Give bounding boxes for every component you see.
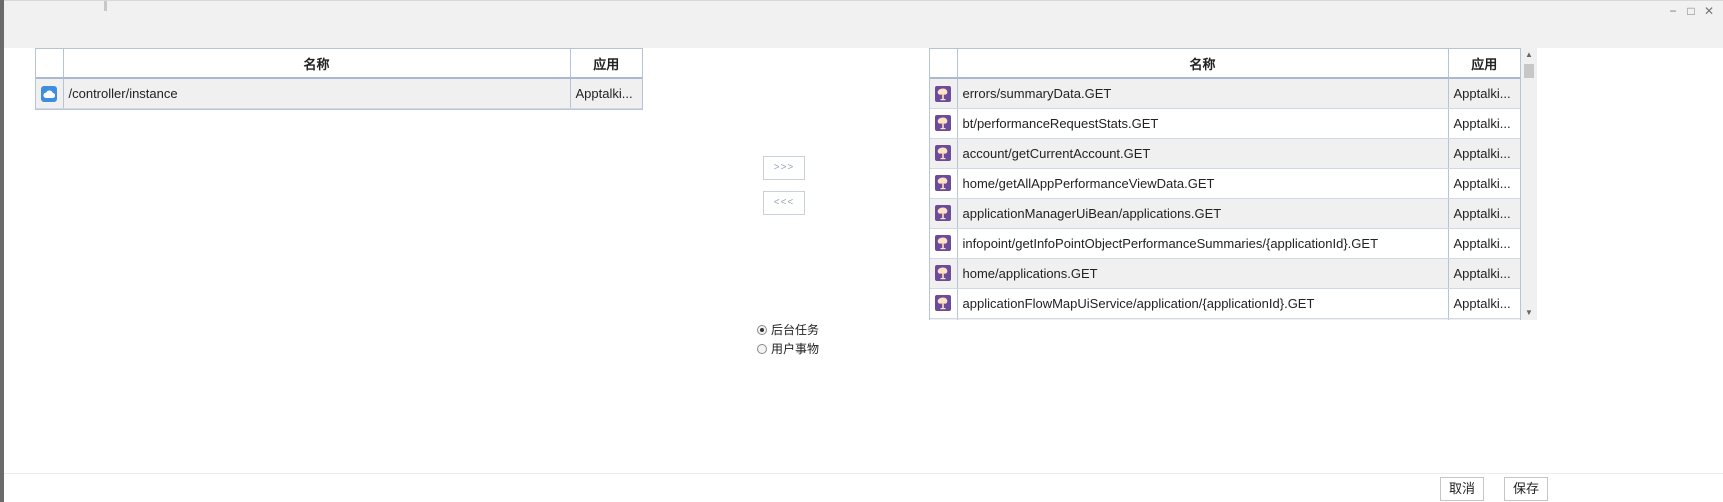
table-row[interactable]: applicationFlowMapUiService/application/… — [930, 288, 1520, 319]
row-name-cell: errors/summaryData.GET — [957, 78, 1449, 109]
title-bar-divider — [104, 1, 107, 11]
dialog-window: − □ ✕ 名称 应用 /controller/instance Apptalki… — [0, 0, 1723, 502]
row-name-cell: account/getCurrentAccount.GET — [957, 138, 1449, 169]
row-app-cell: Apptalki... — [1448, 288, 1520, 319]
business-transaction-icon — [935, 115, 952, 132]
scroll-up-icon[interactable]: ▲ — [1521, 48, 1537, 62]
row-icon-cell — [930, 138, 958, 169]
dialog-footer: 取消 保存 — [4, 473, 1723, 502]
row-icon-cell — [930, 108, 958, 139]
row-app-cell: Apptalki... — [1448, 138, 1520, 169]
business-transaction-icon — [935, 145, 952, 162]
row-app-cell: Apptalki... — [1448, 108, 1520, 139]
row-name-cell: home/getAllAppPerformanceViewData.GET — [957, 168, 1449, 199]
row-icon-cell — [930, 258, 958, 289]
name-column-header[interactable]: 名称 — [63, 49, 571, 79]
table-row[interactable]: bt/performanceRequestStats.GET Apptalki..… — [930, 108, 1520, 139]
row-name-cell: applicationFlowMapUiService/application/… — [957, 288, 1449, 319]
user-transaction-radio[interactable] — [757, 343, 767, 354]
select-column-header[interactable] — [930, 49, 958, 79]
row-app-cell: Apptalki... — [1448, 78, 1520, 109]
row-icon-cell — [930, 288, 958, 319]
background-task-radio[interactable] — [757, 324, 767, 335]
user-transaction-option[interactable]: 用户事物 — [757, 339, 819, 358]
target-grid: 名称 应用 errors/summaryData.GET Apptalki... b… — [929, 48, 1521, 320]
scrollbar-thumb[interactable] — [1524, 64, 1534, 78]
source-grid: 名称 应用 /controller/instance Apptalki... — [35, 48, 643, 110]
task-type-options: 后台任务 用户事物 — [757, 320, 819, 358]
table-row[interactable]: applicationManagerUiBean/applications.GE… — [930, 198, 1520, 229]
business-transaction-icon — [935, 205, 952, 222]
row-icon-cell — [930, 228, 958, 259]
move-left-button[interactable]: <<< — [763, 191, 805, 215]
row-app-cell: Apptalki... — [1448, 258, 1520, 289]
background-task-label: 后台任务 — [771, 323, 820, 337]
row-name-cell: infopoint/getInfoPointObjectPerformanceS… — [957, 228, 1449, 259]
row-icon-cell — [930, 78, 958, 109]
table-row[interactable]: account/getCurrentAccount.GET Apptalki... — [930, 138, 1520, 169]
table-row[interactable]: baselines/getDefaultBaseline/{applicatio… — [930, 318, 1520, 320]
row-name-cell: applicationManagerUiBean/applications.GE… — [957, 198, 1449, 229]
scroll-down-icon[interactable]: ▼ — [1521, 306, 1537, 320]
target-grid-viewport: 名称 应用 errors/summaryData.GET Apptalki... b… — [929, 48, 1537, 320]
title-bar[interactable]: − □ ✕ — [4, 0, 1723, 49]
select-column-header[interactable] — [36, 49, 64, 79]
row-app-cell: Apptalki... — [570, 78, 642, 109]
app-column-header[interactable]: 应用 — [1448, 49, 1520, 79]
business-transaction-icon — [935, 85, 952, 102]
business-transaction-icon — [935, 235, 952, 252]
close-icon[interactable]: ✕ — [1703, 5, 1715, 17]
background-task-option[interactable]: 后台任务 — [757, 320, 819, 339]
dialog-body: 名称 应用 /controller/instance Apptalki... >>… — [4, 48, 1723, 474]
row-name-cell: /controller/instance — [63, 78, 571, 109]
table-row[interactable]: infopoint/getInfoPointObjectPerformanceS… — [930, 228, 1520, 259]
row-icon-cell — [930, 318, 958, 320]
user-transaction-label: 用户事物 — [771, 342, 820, 356]
business-transaction-icon — [935, 175, 952, 192]
move-right-button[interactable]: >>> — [763, 156, 805, 180]
table-row[interactable]: /controller/instance Apptalki... — [36, 78, 642, 109]
row-app-cell: Apptalki... — [1448, 318, 1520, 320]
row-icon-cell — [930, 168, 958, 199]
row-app-cell: Apptalki... — [1448, 198, 1520, 229]
row-app-cell: Apptalki... — [1448, 228, 1520, 259]
table-row[interactable]: home/applications.GET Apptalki... — [930, 258, 1520, 289]
minimize-icon[interactable]: − — [1667, 5, 1679, 17]
cancel-button[interactable]: 取消 — [1440, 477, 1485, 501]
cloud-icon — [41, 85, 58, 102]
source-grid-header: 名称 应用 — [36, 49, 642, 79]
window-controls: − □ ✕ — [1667, 5, 1715, 17]
row-icon-cell — [930, 198, 958, 229]
app-column-header[interactable]: 应用 — [570, 49, 642, 79]
target-grid-header: 名称 应用 — [930, 49, 1520, 79]
row-app-cell: Apptalki... — [1448, 168, 1520, 199]
row-name-cell: baselines/getDefaultBaseline/{applicatio… — [957, 318, 1449, 320]
table-row[interactable]: errors/summaryData.GET Apptalki... — [930, 78, 1520, 109]
business-transaction-icon — [935, 295, 952, 312]
row-name-cell: home/applications.GET — [957, 258, 1449, 289]
business-transaction-icon — [935, 265, 952, 282]
save-button[interactable]: 保存 — [1504, 477, 1549, 501]
row-name-cell: bt/performanceRequestStats.GET — [957, 108, 1449, 139]
row-icon-cell — [36, 78, 64, 109]
maximize-icon[interactable]: □ — [1685, 5, 1697, 17]
vertical-scrollbar[interactable]: ▲ ▼ — [1521, 48, 1537, 320]
name-column-header[interactable]: 名称 — [957, 49, 1449, 79]
table-row[interactable]: home/getAllAppPerformanceViewData.GET App… — [930, 168, 1520, 199]
